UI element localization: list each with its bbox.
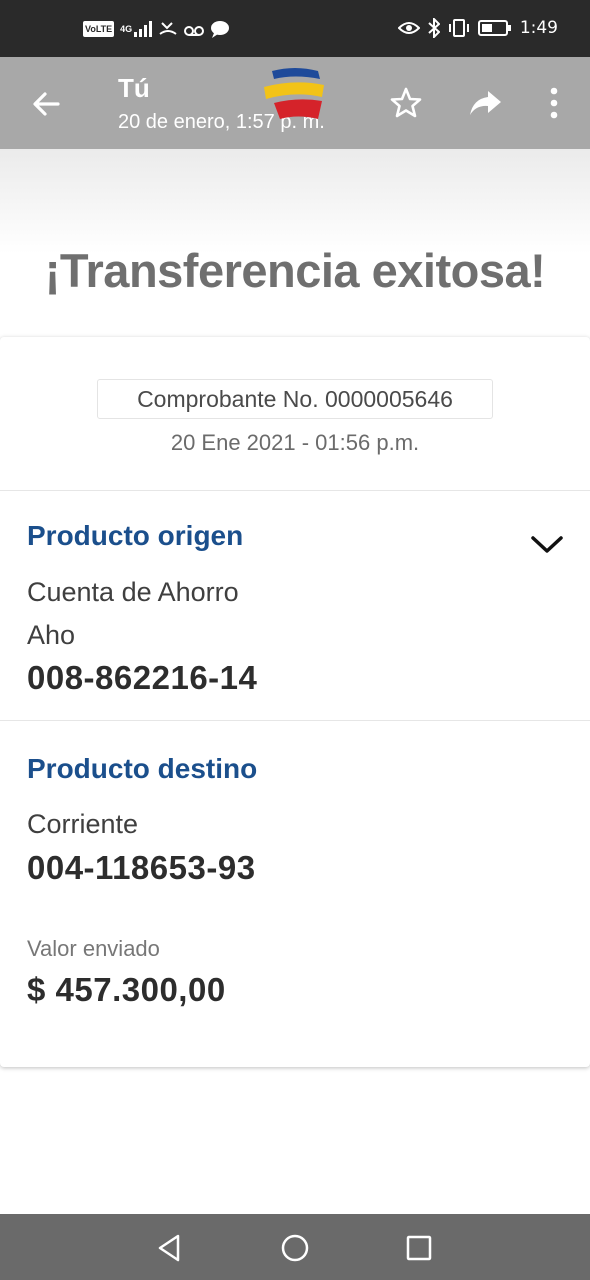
- section-divider: [0, 490, 590, 491]
- message-header: Tú 20 de enero, 1:57 p. m.: [0, 57, 590, 149]
- bank-logo: [264, 68, 324, 119]
- chevron-down-icon[interactable]: [528, 531, 566, 557]
- destination-section-title: Producto destino: [27, 753, 258, 784]
- section-divider: [0, 720, 590, 721]
- origin-account-number: 008-862216-14: [27, 659, 258, 696]
- status-bar: VoLTE 4G 1:49: [0, 0, 590, 57]
- success-title: ¡Transferencia exitosa!: [44, 244, 546, 297]
- amount-value: $ 457.300,00: [27, 971, 226, 1008]
- missed-call-icon: [159, 22, 177, 35]
- forward-icon[interactable]: [467, 85, 503, 121]
- sender-name: Tú: [118, 73, 150, 103]
- origin-account-type: Cuenta de Ahorro: [27, 577, 239, 607]
- vibrate-icon: [448, 19, 469, 37]
- status-right-group: 1:49: [397, 15, 558, 41]
- success-banner: ¡Transferencia exitosa!: [0, 149, 590, 339]
- destination-account-number: 004-118653-93: [27, 849, 256, 886]
- origin-section-title: Producto origen: [27, 520, 244, 551]
- recents-square-icon[interactable]: [399, 1228, 439, 1268]
- more-vert-icon[interactable]: [536, 85, 572, 121]
- signal-icon: [134, 21, 153, 37]
- transaction-date: 20 Ene 2021 - 01:56 p.m.: [170, 430, 420, 455]
- voucher-number: Comprobante No. 0000005646: [97, 379, 493, 419]
- volte-badge: VoLTE: [83, 21, 115, 37]
- receipt-card: Comprobante No. 0000005646 20 Ene 2021 -…: [0, 337, 590, 1067]
- back-arrow-icon[interactable]: [28, 86, 64, 122]
- chat-bubble-icon: [211, 21, 230, 38]
- eye-icon: [397, 22, 420, 34]
- origin-account-short: Aho: [27, 620, 76, 650]
- battery-icon: [477, 20, 511, 36]
- voicemail-icon: [184, 26, 205, 36]
- bluetooth-icon: [428, 18, 440, 38]
- clock: 1:49: [519, 18, 558, 38]
- system-nav-bar: [0, 1214, 590, 1280]
- destination-account-type: Corriente: [27, 809, 139, 839]
- amount-label: Valor enviado: [27, 936, 160, 961]
- star-icon[interactable]: [388, 85, 424, 121]
- back-triangle-icon[interactable]: [150, 1228, 190, 1268]
- home-circle-icon[interactable]: [275, 1228, 315, 1268]
- status-left-group: VoLTE 4G: [83, 18, 230, 40]
- network-type-label: 4G: [120, 24, 133, 34]
